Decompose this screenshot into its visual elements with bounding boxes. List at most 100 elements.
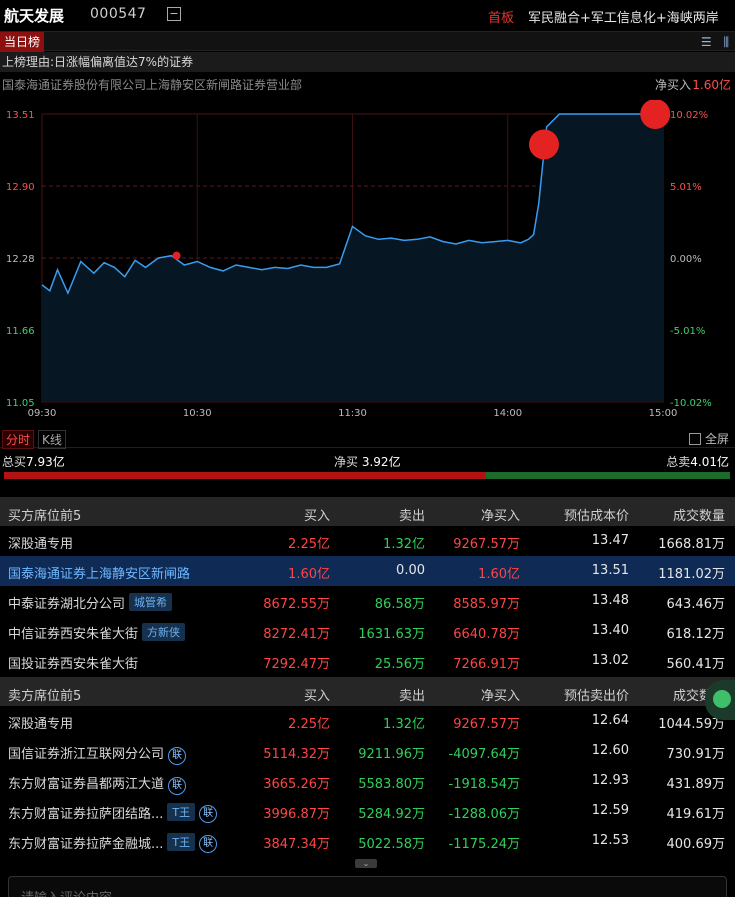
seat-buy: 8272.41万	[263, 627, 330, 642]
sell-header-col-4: 预估卖出价	[563, 689, 629, 704]
buy-sell-ratio-bar	[4, 472, 730, 479]
seat-net: 1.60亿	[478, 567, 520, 582]
sell-header-col-0: 卖方席位前5	[8, 689, 82, 704]
trade-summary: 总买7.93亿 净买 3.92亿 总卖4.01亿	[0, 453, 735, 471]
seat-sell: 5022.58万	[358, 837, 425, 852]
trader-tag[interactable]: 城管希	[129, 593, 173, 611]
chart-mode-bar: 分时 K线 全屏	[0, 428, 735, 449]
seat-sell: 0.00	[396, 563, 425, 578]
sell-header-col-1: 买入	[303, 689, 330, 704]
stock-name: 航天发展	[4, 7, 65, 25]
linked-seat-icon[interactable]: 联	[199, 835, 218, 853]
seat-qty: 730.91万	[666, 747, 726, 762]
seat-net: -1175.24万	[448, 837, 520, 852]
linked-seat-icon[interactable]: 联	[199, 805, 218, 823]
sell-seat-row[interactable]: 东方财富证券拉萨团结路... T王联 3996.87万 5284.92万 -1288.0…	[0, 796, 735, 826]
y-left-tick: 11.66	[6, 326, 35, 337]
sell-seat-row[interactable]: 国信证券浙江互联网分公司联 5114.32万 9211.96万 -4097.64万 12…	[0, 736, 735, 766]
seat-name[interactable]: 东方财富证券昌都两江大道联	[8, 773, 187, 795]
seat-sell: 25.56万	[374, 657, 425, 672]
seat-net: -1918.54万	[448, 777, 520, 792]
seat-name[interactable]: 深股通专用	[8, 533, 73, 552]
buy-seat-row[interactable]: 国泰海通证券上海静安区新闸路 1.60亿 0.00 1.60亿 13.51 1181.02…	[0, 556, 735, 586]
seat-name[interactable]: 国投证券西安朱雀大街	[8, 653, 138, 672]
y-left-tick: 12.28	[6, 254, 35, 265]
seat-sell: 5583.80万	[358, 777, 425, 792]
buy-seat-row[interactable]: 中泰证券湖北分公司 城管希 8672.55万 86.58万 8585.97万 13.48 6…	[0, 586, 735, 616]
collapse-toggle-icon[interactable]: −	[167, 7, 181, 21]
seat-name[interactable]: 深股通专用	[8, 713, 73, 732]
collapse-handle-icon[interactable]: ⌄	[355, 859, 377, 868]
total-buy: 总买7.93亿	[2, 455, 65, 469]
assistant-float-button[interactable]	[705, 680, 735, 720]
linked-seat-icon[interactable]: 联	[168, 747, 187, 765]
buy-table-header: 买方席位前5 买入 卖出 净买入 预估成本价 成交数量	[0, 497, 735, 526]
buy-seat-row[interactable]: 深股通专用 2.25亿 1.32亿 9267.57万 13.47 1668.81万	[0, 526, 735, 556]
list-icon[interactable]: ☰	[701, 35, 712, 49]
seat-price: 12.60	[591, 743, 629, 758]
linked-seat-icon[interactable]: 联	[168, 777, 187, 795]
x-tick: 09:30	[28, 408, 57, 419]
seat-qty: 1181.02万	[658, 567, 725, 582]
seat-net: 8585.97万	[453, 597, 520, 612]
seat-buy: 2.25亿	[288, 717, 330, 732]
buy-seats-table: 买方席位前5 买入 卖出 净买入 预估成本价 成交数量 深股通专用 2.25亿 1.32亿 926…	[0, 497, 735, 676]
y-right-tick: 5.01%	[670, 182, 702, 193]
buy-ratio-fill	[4, 472, 487, 479]
seat-qty: 618.12万	[666, 627, 726, 642]
tab-kline[interactable]: K线	[38, 430, 66, 449]
seat-price: 12.53	[591, 833, 629, 848]
concept-tags[interactable]: 军民融合+军工信息化+海峡两岸	[528, 7, 719, 26]
seat-price: 12.59	[591, 803, 629, 818]
seat-name[interactable]: 国信证券浙江互联网分公司联	[8, 743, 187, 765]
seat-name[interactable]: 国泰海通证券上海静安区新闸路	[8, 563, 190, 582]
sell-header-col-3: 净买入	[480, 689, 520, 704]
seat-net: -1288.06万	[448, 807, 520, 822]
comment-input[interactable]: 请输入评论内容	[8, 876, 727, 897]
net-buy-value: 1.60亿	[692, 78, 731, 92]
total-sell: 总卖4.01亿	[666, 455, 729, 469]
seat-price: 13.47	[591, 533, 629, 548]
y-right-tick: 0.00%	[670, 254, 702, 265]
seat-qty: 1668.81万	[658, 537, 725, 552]
sell-seat-row[interactable]: 东方财富证券昌都两江大道联 3665.26万 5583.80万 -1918.54万 12…	[0, 766, 735, 796]
x-tick: 10:30	[183, 408, 212, 419]
y-left-tick: 12.90	[6, 182, 35, 193]
sell-seat-row[interactable]: 东方财富证券拉萨金融城... T王联 3847.34万 5022.58万 -1175.2…	[0, 826, 735, 856]
listing-reason: 上榜理由:日涨幅偏离值达7%的证券	[0, 52, 735, 72]
seat-sell: 5284.92万	[358, 807, 425, 822]
broker-line: 国泰海通证券股份有限公司上海静安区新闸路证券营业部 净买入 1.60亿	[0, 75, 735, 93]
buy-header-col-0: 买方席位前5	[8, 509, 82, 524]
tab-day-list[interactable]: 当日榜	[0, 32, 45, 52]
buy-header-col-3: 净买入	[480, 509, 520, 524]
sell-seat-row[interactable]: 深股通专用 2.25亿 1.32亿 9267.57万 12.64 1044.59万	[0, 706, 735, 736]
seat-name[interactable]: 东方财富证券拉萨团结路... T王联	[8, 803, 218, 823]
seat-name[interactable]: 东方财富证券拉萨金融城... T王联	[8, 833, 218, 853]
seat-qty: 643.46万	[666, 597, 726, 612]
sell-header-col-2: 卖出	[398, 689, 425, 704]
sell-table-header: 卖方席位前5 买入 卖出 净买入 预估卖出价 成交数量	[0, 677, 735, 706]
seat-price: 12.64	[591, 713, 629, 728]
seat-buy: 5114.32万	[263, 747, 330, 762]
buy-seat-row[interactable]: 国投证券西安朱雀大街 7292.47万 25.56万 7266.91万 13.02 560…	[0, 646, 735, 676]
seat-price: 13.51	[591, 563, 629, 578]
board-label: 首板	[488, 11, 515, 26]
trader-tag[interactable]: 方新侠	[142, 623, 186, 641]
seat-qty: 431.89万	[666, 777, 726, 792]
seat-buy: 3665.26万	[263, 777, 330, 792]
trader-tag[interactable]: T王	[167, 803, 196, 821]
intraday-chart[interactable]: 13.51 10.02% 12.90 5.01% 12.28 0.00% 11.66 -5.0…	[0, 100, 735, 422]
bar-chart-icon[interactable]: ⫼	[723, 35, 729, 49]
tab-intraday[interactable]: 分时	[2, 430, 35, 449]
seat-price: 13.02	[591, 653, 629, 668]
buy-seat-row[interactable]: 中信证券西安朱雀大街 方新侠 8272.41万 1631.63万 6640.78万 13.…	[0, 616, 735, 646]
trade-marker	[640, 100, 671, 129]
trader-tag[interactable]: T王	[167, 833, 196, 851]
fullscreen-icon	[688, 433, 701, 445]
seat-name[interactable]: 中泰证券湖北分公司 城管希	[8, 593, 173, 612]
fullscreen-button[interactable]: 全屏	[688, 430, 729, 447]
seat-sell: 86.58万	[374, 597, 425, 612]
buy-header-col-2: 卖出	[398, 509, 425, 524]
seat-sell: 1631.63万	[358, 627, 425, 642]
seat-name[interactable]: 中信证券西安朱雀大街 方新侠	[8, 623, 186, 642]
